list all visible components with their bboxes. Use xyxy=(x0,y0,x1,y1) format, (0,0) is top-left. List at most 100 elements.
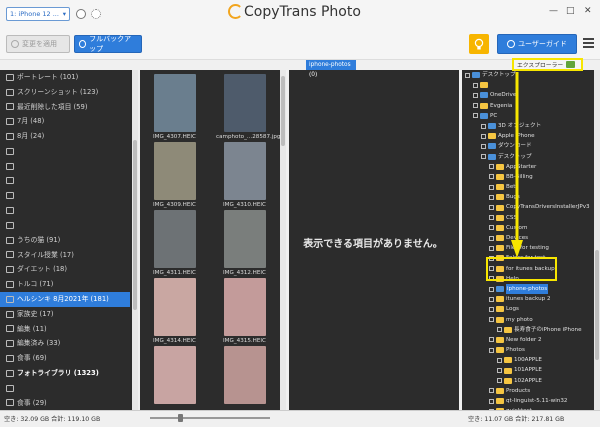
expand-toggle-icon[interactable] xyxy=(489,235,494,241)
tree-node[interactable]: Bugs xyxy=(462,192,594,202)
album-item[interactable]: 食事 (69) xyxy=(0,351,130,366)
album-item[interactable] xyxy=(0,188,130,203)
tree-node[interactable]: BB-Billing xyxy=(462,172,594,182)
expand-toggle-icon[interactable] xyxy=(489,215,494,221)
expand-toggle-icon[interactable] xyxy=(473,113,478,119)
album-item[interactable]: 編集済み (33) xyxy=(0,336,130,351)
expand-toggle-icon[interactable] xyxy=(489,286,494,292)
expand-toggle-icon[interactable] xyxy=(489,194,494,200)
photo-thumbnail[interactable]: camphoto_...28587.jpg xyxy=(216,74,280,140)
album-item[interactable]: スタイル授業 (17) xyxy=(0,248,130,263)
tree-node[interactable]: PC xyxy=(462,111,594,121)
expand-toggle-icon[interactable] xyxy=(489,296,494,302)
expand-toggle-icon[interactable] xyxy=(481,143,486,149)
expand-toggle-icon[interactable] xyxy=(497,378,502,384)
expand-toggle-icon[interactable] xyxy=(473,92,478,98)
tree-node[interactable]: Apple iPhone xyxy=(462,131,594,141)
album-item[interactable]: 家族史 (17) xyxy=(0,307,130,322)
album-item[interactable]: うちの猫 (91) xyxy=(0,233,130,248)
expand-toggle-icon[interactable] xyxy=(489,205,494,211)
albums-scrollbar[interactable] xyxy=(132,70,138,410)
photo-thumbnail[interactable] xyxy=(146,346,203,406)
apply-changes-button[interactable]: 変更を適用 xyxy=(6,35,70,53)
tree-node[interactable]: ダウンロード xyxy=(462,141,594,151)
expand-toggle-icon[interactable] xyxy=(489,337,494,343)
photo-thumbnail[interactable]: IMG_4315.HEIC xyxy=(216,278,273,344)
album-item[interactable] xyxy=(0,174,130,189)
tree-node[interactable]: Files for testing xyxy=(462,243,594,253)
expand-toggle-icon[interactable] xyxy=(497,368,502,374)
full-backup-button[interactable]: フルバックアップ xyxy=(74,35,142,53)
expand-toggle-icon[interactable] xyxy=(489,184,494,190)
tree-node[interactable]: デスクトップ xyxy=(462,70,594,80)
photo-thumbnail[interactable]: IMG_4311.HEIC xyxy=(146,210,203,276)
expand-toggle-icon[interactable] xyxy=(489,398,494,404)
expand-toggle-icon[interactable] xyxy=(489,388,494,394)
expand-toggle-icon[interactable] xyxy=(497,327,502,333)
expand-toggle-icon[interactable] xyxy=(481,123,486,129)
album-item[interactable] xyxy=(0,144,130,159)
tree-node[interactable]: 100APPLE xyxy=(462,355,594,365)
album-item[interactable]: 最近削除した項目 (59) xyxy=(0,100,130,115)
tree-node[interactable]: New folder 2 xyxy=(462,335,594,345)
album-item[interactable]: 8月 (24) xyxy=(0,129,130,144)
album-item[interactable] xyxy=(0,218,130,233)
tree-node[interactable]: 102APPLE xyxy=(462,376,594,386)
expand-toggle-icon[interactable] xyxy=(465,72,470,78)
photo-thumbnail[interactable]: IMG_4309.HEIC xyxy=(146,142,203,208)
tree-node[interactable]: my photo xyxy=(462,315,594,325)
tree-scrollbar[interactable] xyxy=(594,70,600,410)
folder-tab[interactable]: iphone-photos (0) xyxy=(306,60,356,78)
tree-node[interactable]: CSS xyxy=(462,213,594,223)
zoom-slider[interactable] xyxy=(150,414,270,422)
expand-toggle-icon[interactable] xyxy=(497,357,502,363)
tree-node[interactable]: 3D オブジェクト xyxy=(462,121,594,131)
album-item[interactable]: ポートレート (101) xyxy=(0,70,130,85)
album-item[interactable]: ヘルシンキ 8月2021年 (181) xyxy=(0,291,130,307)
expand-toggle-icon[interactable] xyxy=(489,306,494,312)
photo-thumbnail[interactable]: IMG_4307.HEIC xyxy=(146,74,203,140)
expand-toggle-icon[interactable] xyxy=(489,174,494,180)
album-item[interactable]: スクリーンショット (123) xyxy=(0,85,130,100)
album-item[interactable]: 編集 (11) xyxy=(0,322,130,337)
tips-button[interactable] xyxy=(469,34,489,54)
tree-node[interactable]: Beta xyxy=(462,182,594,192)
album-item[interactable]: フォトライブラリ (1323) xyxy=(0,366,130,381)
expand-toggle-icon[interactable] xyxy=(481,133,486,139)
maximize-button[interactable]: □ xyxy=(566,6,575,16)
album-item[interactable] xyxy=(0,203,130,218)
tree-node[interactable]: qt-linguist-5.11-win32 xyxy=(462,396,594,406)
thumbnails-scrollbar[interactable] xyxy=(280,70,286,410)
tree-node[interactable]: iphone-photos xyxy=(462,283,594,295)
expand-toggle-icon[interactable] xyxy=(489,347,494,353)
tree-node[interactable] xyxy=(462,80,594,90)
album-item[interactable] xyxy=(0,159,130,174)
user-guide-button[interactable]: ユーザーガイド xyxy=(497,34,577,54)
expand-toggle-icon[interactable] xyxy=(489,225,494,231)
tree-node[interactable]: AppStarter xyxy=(462,162,594,172)
tree-node[interactable]: Products xyxy=(462,386,594,396)
refresh-icon[interactable] xyxy=(91,9,101,19)
tree-node[interactable]: Devices xyxy=(462,233,594,243)
photo-thumbnail[interactable] xyxy=(216,346,273,406)
album-item[interactable]: 7月 (48) xyxy=(0,114,130,129)
photo-thumbnail[interactable]: IMG_4310.HEIC xyxy=(216,142,273,208)
expand-toggle-icon[interactable] xyxy=(473,103,478,109)
tree-node[interactable]: itunes backup 2 xyxy=(462,294,594,304)
tree-node[interactable]: 長寿食子のiPhone iPhone xyxy=(462,325,594,335)
expand-toggle-icon[interactable] xyxy=(489,317,494,323)
expand-toggle-icon[interactable] xyxy=(481,154,486,160)
expand-toggle-icon[interactable] xyxy=(473,82,478,88)
tree-node[interactable]: Custom xyxy=(462,223,594,233)
album-item[interactable]: トルコ (71) xyxy=(0,277,130,292)
eject-icon[interactable] xyxy=(76,9,86,19)
tree-node[interactable]: OneDrive xyxy=(462,90,594,100)
photo-thumbnail[interactable]: IMG_4312.HEIC xyxy=(216,210,273,276)
tree-node[interactable]: デスクトップ xyxy=(462,152,594,162)
tree-node[interactable]: Evgenia xyxy=(462,101,594,111)
device-selector[interactable]: 1: iPhone 12 ... ▾ xyxy=(6,7,70,21)
expand-toggle-icon[interactable] xyxy=(489,164,494,170)
hamburger-menu-icon[interactable] xyxy=(583,38,594,50)
close-button[interactable]: ✕ xyxy=(584,6,592,16)
tree-node[interactable]: Logs xyxy=(462,304,594,314)
